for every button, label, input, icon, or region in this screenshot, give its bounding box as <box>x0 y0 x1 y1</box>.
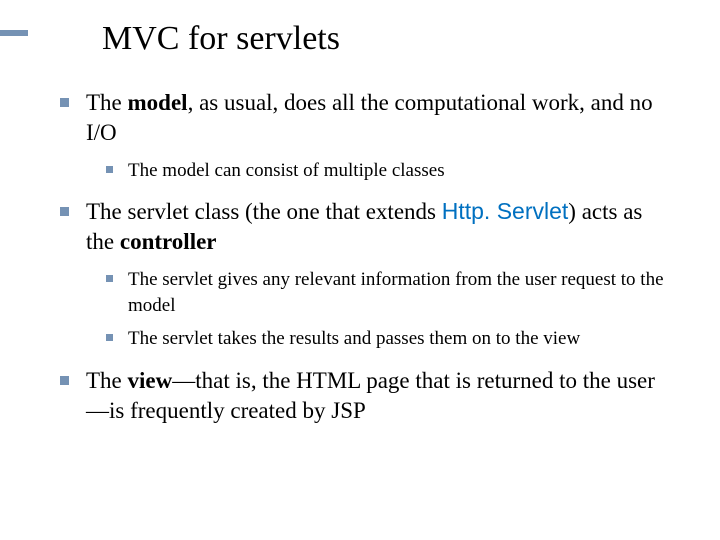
bullet-list: The model, as usual, does all the comput… <box>50 88 670 426</box>
bullet-controller: The servlet class (the one that extends … <box>58 197 670 352</box>
accent-bar <box>0 30 28 36</box>
slide-title: MVC for servlets <box>102 20 670 58</box>
text: The <box>86 368 128 393</box>
code-text: Http. Servlet <box>442 198 569 224</box>
sub-list: The model can consist of multiple classe… <box>86 158 670 184</box>
text: The servlet takes the results and passes… <box>128 328 580 349</box>
text-bold: model <box>128 90 188 115</box>
bullet-view: The view—that is, the HTML page that is … <box>58 366 670 426</box>
text: The <box>86 90 128 115</box>
text: The servlet class (the one that extends <box>86 199 442 224</box>
slide: MVC for servlets The model, as usual, do… <box>0 0 720 540</box>
bullet-model: The model, as usual, does all the comput… <box>58 88 670 183</box>
sub-bullet: The model can consist of multiple classe… <box>104 158 670 184</box>
text-bold: controller <box>120 229 217 254</box>
sub-bullet: The servlet takes the results and passes… <box>104 326 670 352</box>
sub-list: The servlet gives any relevant informati… <box>86 267 670 352</box>
sub-bullet: The servlet gives any relevant informati… <box>104 267 670 318</box>
text: The servlet gives any relevant informati… <box>128 269 664 316</box>
text: —that is, the HTML page that is returned… <box>86 368 655 423</box>
text-bold: view <box>128 368 173 393</box>
text: The model can consist of multiple classe… <box>128 160 445 181</box>
